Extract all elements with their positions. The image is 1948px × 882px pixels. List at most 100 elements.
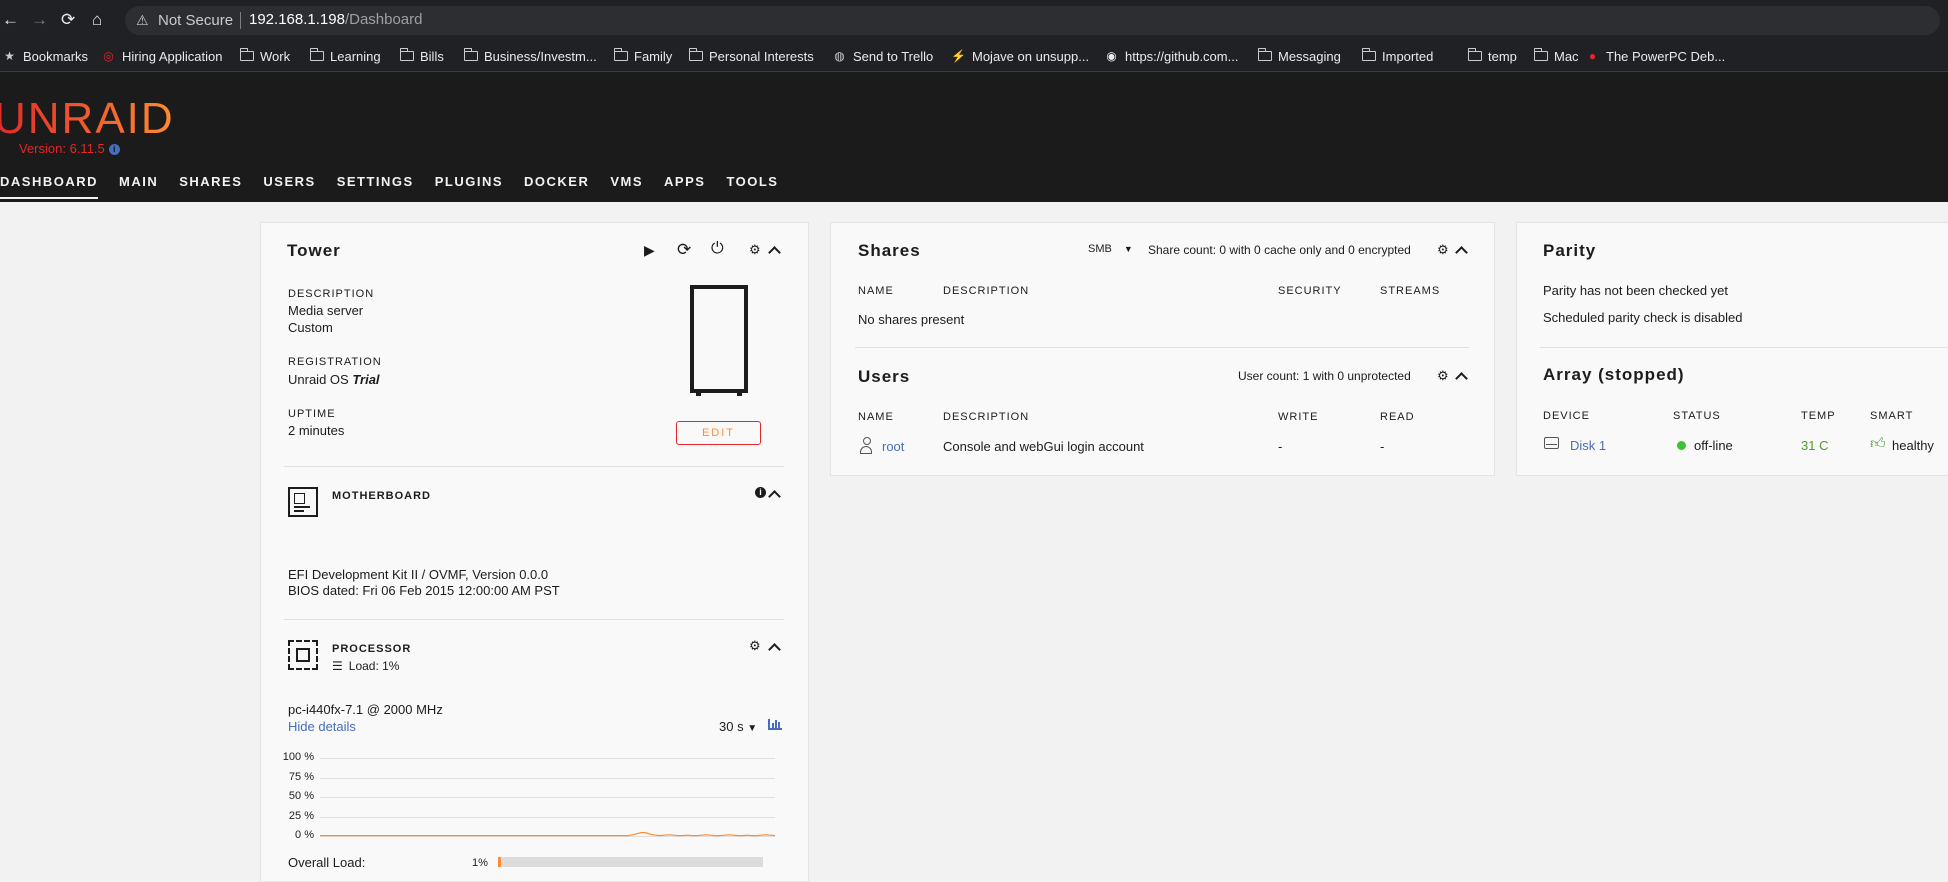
home-icon[interactable]: ⌂	[92, 11, 102, 29]
menu-shares[interactable]: SHARES	[179, 174, 242, 199]
menu-apps[interactable]: APPS	[664, 174, 705, 199]
bookmark-label: Send to Trello	[853, 48, 934, 64]
menu-tools[interactable]: TOOLS	[726, 174, 778, 199]
processor-gear-icon[interactable]: ⚙	[749, 638, 761, 654]
menu-main[interactable]: MAIN	[119, 174, 158, 199]
thumbs-up-icon: 👍︎	[1870, 435, 1886, 452]
unraid-header: UNRAID Version: 6.11.5 i DASHBOARD MAIN SHA…	[0, 72, 1948, 202]
registration-label: REGISTRATION	[288, 356, 382, 368]
status-dot-icon	[1677, 441, 1686, 450]
bolt-icon: ⚡	[951, 49, 966, 63]
bookmark-item[interactable]: Personal Interests	[688, 41, 814, 71]
bookmark-item[interactable]: ◍ Send to Trello	[832, 41, 933, 71]
description-line1: Media server	[288, 303, 364, 318]
menu-settings[interactable]: SETTINGS	[337, 174, 414, 199]
motherboard-icon	[288, 487, 318, 517]
bookmark-item[interactable]: Family	[613, 41, 672, 71]
motherboard-label: MOTHERBOARD	[332, 490, 431, 502]
parity-status-line2: Scheduled parity check is disabled	[1543, 310, 1743, 325]
info-icon[interactable]: i	[108, 144, 120, 156]
cpu-load-series-line	[320, 831, 776, 837]
hide-details-link[interactable]: Hide details	[288, 719, 356, 734]
bookmark-item[interactable]: ★ Bookmarks	[2, 41, 88, 71]
list-icon: ☰	[332, 659, 343, 673]
registration-os: Unraid OS	[288, 372, 353, 387]
protocol-select[interactable]: SMB ▼	[1088, 243, 1133, 255]
bookmark-item[interactable]: ● The PowerPC Deb...	[1585, 41, 1725, 71]
motherboard-slot-shape	[294, 510, 304, 512]
processor-name: pc-i440fx-7.1 @ 2000 MHz	[288, 702, 443, 717]
bookmark-item[interactable]: Work	[239, 41, 290, 71]
unraid-logo[interactable]: UNRAID	[0, 94, 175, 144]
folder-icon	[309, 48, 324, 61]
edit-button[interactable]: EDIT	[676, 421, 761, 445]
column-header: SECURITY	[1278, 285, 1342, 297]
column-header: WRITE	[1278, 411, 1319, 423]
menu-docker[interactable]: DOCKER	[524, 174, 589, 199]
motherboard-info-icon[interactable]: i	[755, 487, 766, 498]
disk-icon	[1544, 437, 1559, 449]
disk-icon-line	[1546, 444, 1557, 445]
refresh-icon[interactable]: ⟳	[677, 240, 691, 260]
share-count: Share count: 0 with 0 cache only and 0 e…	[1148, 243, 1411, 257]
overall-load-value: 1%	[472, 857, 488, 869]
parity-status-line1: Parity has not been checked yet	[1543, 283, 1729, 298]
bookmark-item[interactable]: Business/Investm...	[463, 41, 597, 71]
processor-load-text: Load: 1%	[348, 659, 400, 673]
column-header: TEMP	[1801, 410, 1836, 422]
caret-down-icon: ▼	[747, 723, 758, 734]
folder-icon	[1257, 48, 1272, 61]
menu-users[interactable]: USERS	[263, 174, 315, 199]
bookmark-item[interactable]: ◎ Hiring Application	[101, 41, 222, 71]
url-text[interactable]: 192.168.1.198/Dashboard	[249, 11, 423, 28]
power-icon[interactable]: ⏻	[711, 240, 724, 258]
bookmark-item[interactable]: ◉ https://github.com...	[1104, 41, 1238, 71]
bookmark-label: Bills	[420, 48, 444, 64]
bookmark-label: Imported	[1382, 48, 1434, 64]
column-header: STREAMS	[1380, 285, 1441, 297]
disk-status: off-line	[1694, 438, 1733, 453]
play-icon[interactable]: ▶︎	[644, 242, 655, 259]
bookmark-item[interactable]: Messaging	[1257, 41, 1341, 71]
users-title: Users	[858, 367, 911, 386]
menu-plugins[interactable]: PLUGINS	[435, 174, 503, 199]
bar-chart-icon[interactable]	[768, 719, 782, 730]
interval-value: 30 s	[719, 719, 744, 734]
url-host: 192.168.1.198	[249, 11, 345, 28]
bookmark-item[interactable]: Learning	[309, 41, 381, 71]
bookmark-item[interactable]: temp	[1467, 41, 1517, 71]
y-tick-label: 25 %	[288, 809, 314, 822]
bookmark-item[interactable]: ⚡ Mojave on unsupp...	[951, 41, 1089, 71]
tower-gear-icon[interactable]: ⚙	[749, 242, 761, 258]
user-write: -	[1278, 439, 1283, 454]
users-gear-icon[interactable]: ⚙	[1437, 368, 1449, 384]
interval-select[interactable]: 30 s ▼	[719, 719, 757, 734]
main-menu: DASHBOARD MAIN SHARES USERS SETTINGS PLUGINS D…	[0, 174, 778, 199]
url-path: /Dashboard	[344, 11, 423, 28]
apple-icon: ●	[1588, 49, 1597, 63]
reload-icon[interactable]: ⟳	[61, 11, 75, 29]
warning-triangle-icon: ⚠	[136, 12, 149, 28]
column-header: READ	[1380, 411, 1415, 423]
disk-name-link[interactable]: Disk 1	[1570, 438, 1606, 453]
description-label: DESCRIPTION	[288, 288, 375, 300]
tower-title: Tower	[287, 241, 341, 260]
processor-load: ☰ Load: 1%	[332, 659, 399, 673]
star-icon: ★	[4, 49, 15, 63]
back-arrow-icon[interactable]: ←	[2, 11, 19, 29]
menu-vms[interactable]: VMS	[610, 174, 643, 199]
bookmark-item[interactable]: Mac	[1533, 41, 1579, 71]
user-description: Console and webGui login account	[943, 439, 1144, 454]
user-name-link[interactable]: root	[882, 439, 904, 454]
folder-icon	[1467, 48, 1482, 61]
menu-dashboard[interactable]: DASHBOARD	[0, 174, 98, 199]
forward-arrow-icon[interactable]: →	[31, 11, 48, 29]
bookmark-item[interactable]: Bills	[399, 41, 444, 71]
url-field[interactable]: ⚠ Not Secure 192.168.1.198/Dashboard	[125, 6, 1940, 35]
globe-icon: ◍	[834, 49, 845, 63]
folder-icon	[1361, 48, 1376, 61]
bookmark-label: Business/Investm...	[484, 48, 597, 64]
parity-title: Parity	[1543, 241, 1597, 260]
bookmark-item[interactable]: Imported	[1361, 41, 1434, 71]
shares-gear-icon[interactable]: ⚙	[1437, 242, 1449, 258]
